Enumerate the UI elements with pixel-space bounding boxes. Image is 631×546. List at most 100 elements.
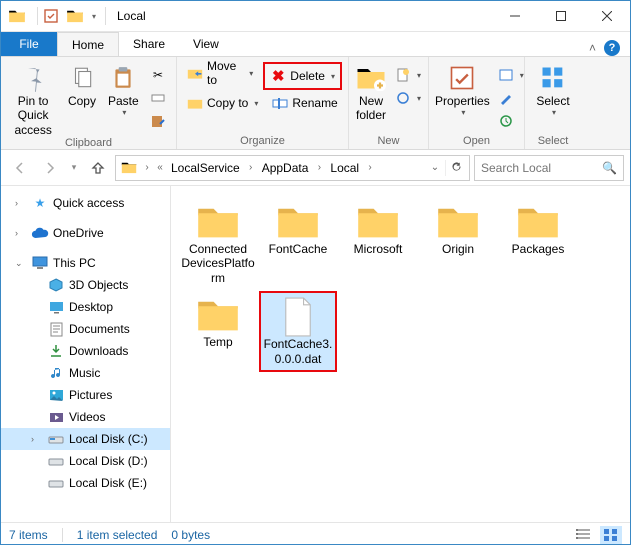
- folder-icon: [354, 202, 402, 242]
- breadcrumb[interactable]: › « LocalService › AppData › Local › ⌄: [115, 155, 470, 181]
- breadcrumb-arrow[interactable]: ›: [313, 162, 325, 173]
- search-input[interactable]: [481, 161, 602, 175]
- tree-onedrive[interactable]: ›OneDrive: [1, 222, 170, 244]
- breadcrumb-arrow[interactable]: ›: [141, 162, 153, 173]
- breadcrumb-seg-1[interactable]: LocalService: [167, 157, 244, 179]
- select-button[interactable]: Select ▾: [531, 60, 575, 118]
- tree-documents[interactable]: Documents: [1, 318, 170, 340]
- breadcrumb-overflow[interactable]: «: [154, 162, 166, 173]
- tree-disk-d[interactable]: Local Disk (D:): [1, 450, 170, 472]
- nav-back-button[interactable]: [7, 155, 33, 181]
- item-label: Connected DevicesPlatform: [181, 242, 255, 285]
- move-to-button[interactable]: Move to▾: [183, 62, 257, 84]
- minimize-button[interactable]: [492, 1, 538, 31]
- tree-label: Desktop: [69, 300, 113, 314]
- search-box[interactable]: 🔍: [474, 155, 624, 181]
- breadcrumb-arrow[interactable]: ›: [364, 162, 376, 173]
- window-title: Local: [117, 9, 146, 23]
- chevron-down-icon: ⌄: [15, 258, 27, 269]
- properties-button[interactable]: Properties ▾: [435, 60, 490, 118]
- tree-videos[interactable]: Videos: [1, 406, 170, 428]
- tree-label: Local Disk (E:): [69, 476, 147, 490]
- rename-button[interactable]: Rename: [268, 92, 341, 114]
- easy-access-icon: [395, 90, 411, 106]
- file-item[interactable]: FontCache3.0.0.0.dat: [259, 291, 337, 372]
- tree-pictures[interactable]: Pictures: [1, 384, 170, 406]
- file-view[interactable]: Connected DevicesPlatform FontCache Micros…: [171, 186, 630, 522]
- select-label: Select: [536, 94, 569, 108]
- tab-view[interactable]: View: [179, 32, 233, 56]
- item-label: Temp: [203, 335, 232, 349]
- cut-button[interactable]: ✂: [146, 64, 170, 86]
- folder-item[interactable]: Origin: [419, 198, 497, 289]
- breadcrumb-seg-2[interactable]: AppData: [258, 157, 313, 179]
- folder-item[interactable]: Temp: [179, 291, 257, 372]
- tree-label: Music: [69, 366, 100, 380]
- chevron-down-icon: ▾: [552, 108, 556, 118]
- open-button[interactable]: ▾: [494, 64, 528, 86]
- qat-folder-icon[interactable]: [6, 5, 28, 27]
- edit-icon: [498, 90, 514, 106]
- view-details-button[interactable]: [572, 526, 594, 544]
- breadcrumb-refresh-icon[interactable]: [445, 160, 467, 176]
- folder-item[interactable]: Microsoft: [339, 198, 417, 289]
- view-icons-button[interactable]: [600, 526, 622, 544]
- cube-icon: [47, 277, 65, 293]
- nav-tree[interactable]: ›★Quick access ›OneDrive ⌄This PC 3D Obj…: [1, 186, 171, 522]
- tree-desktop[interactable]: Desktop: [1, 296, 170, 318]
- tab-share[interactable]: Share: [119, 32, 179, 56]
- nav-history-button[interactable]: ▾: [67, 155, 81, 181]
- history-icon: [498, 113, 514, 129]
- tree-disk-e[interactable]: Local Disk (E:): [1, 472, 170, 494]
- new-group-label: New: [355, 135, 422, 149]
- tree-label: Pictures: [69, 388, 112, 402]
- tree-3d-objects[interactable]: 3D Objects: [1, 274, 170, 296]
- copy-path-button[interactable]: [146, 87, 170, 109]
- folder-item[interactable]: Packages: [499, 198, 577, 289]
- qat-dropdown[interactable]: ▾: [88, 5, 100, 27]
- copy-button[interactable]: Copy: [63, 60, 100, 108]
- tab-home[interactable]: Home: [57, 32, 119, 56]
- item-label: Origin: [442, 242, 474, 256]
- item-label: Microsoft: [354, 242, 403, 256]
- delete-button[interactable]: ✖ Delete▾: [266, 65, 339, 87]
- item-label: FontCache: [269, 242, 328, 256]
- tree-music[interactable]: Music: [1, 362, 170, 384]
- breadcrumb-arrow[interactable]: ›: [245, 162, 257, 173]
- breadcrumb-seg-3[interactable]: Local: [326, 157, 363, 179]
- new-folder-button[interactable]: New folder: [355, 60, 387, 123]
- tree-disk-c[interactable]: ›Local Disk (C:): [1, 428, 170, 450]
- qat-newfolder-icon[interactable]: [64, 5, 86, 27]
- qat-separator: [30, 7, 38, 25]
- folder-icon: [434, 202, 482, 242]
- ribbon-collapse-icon[interactable]: ˄: [589, 41, 596, 55]
- edit-button[interactable]: [494, 87, 528, 109]
- folder-item[interactable]: FontCache: [259, 198, 337, 289]
- drive-icon: [47, 431, 65, 447]
- moveto-icon: [187, 65, 203, 81]
- new-item-button[interactable]: ▾: [391, 64, 425, 86]
- tree-this-pc[interactable]: ⌄This PC: [1, 252, 170, 274]
- help-icon[interactable]: ?: [604, 40, 620, 56]
- maximize-button[interactable]: [538, 1, 584, 31]
- breadcrumb-folder-icon[interactable]: [120, 159, 138, 177]
- copy-to-button[interactable]: Copy to▾: [183, 92, 262, 114]
- pin-label: Pin to Quick access: [7, 94, 59, 137]
- folder-item[interactable]: Connected DevicesPlatform: [179, 198, 257, 289]
- nav-up-button[interactable]: [85, 155, 111, 181]
- history-button[interactable]: [494, 110, 528, 132]
- breadcrumb-dropdown[interactable]: ⌄: [426, 162, 444, 173]
- paste-button[interactable]: Paste ▾: [105, 60, 142, 118]
- tree-downloads[interactable]: Downloads: [1, 340, 170, 362]
- folder-icon: [194, 295, 242, 335]
- pin-to-quick-access-button[interactable]: Pin to Quick access: [7, 60, 59, 137]
- easy-access-button[interactable]: ▾: [391, 87, 425, 109]
- nav-forward-button[interactable]: [37, 155, 63, 181]
- tab-file[interactable]: File: [1, 32, 57, 56]
- qat-properties-icon[interactable]: [40, 5, 62, 27]
- paste-shortcut-button[interactable]: [146, 110, 170, 132]
- close-button[interactable]: [584, 1, 630, 31]
- star-icon: ★: [31, 195, 49, 211]
- videos-icon: [47, 409, 65, 425]
- tree-quick-access[interactable]: ›★Quick access: [1, 192, 170, 214]
